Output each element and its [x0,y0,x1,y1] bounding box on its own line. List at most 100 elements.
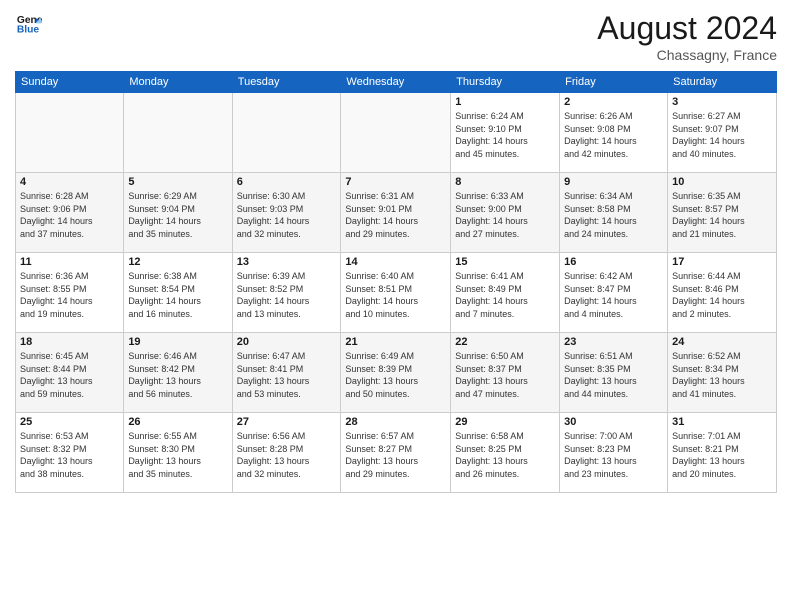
table-row: 25Sunrise: 6:53 AM Sunset: 8:32 PM Dayli… [16,413,124,493]
table-row: 13Sunrise: 6:39 AM Sunset: 8:52 PM Dayli… [232,253,341,333]
day-info: Sunrise: 6:28 AM Sunset: 9:06 PM Dayligh… [20,190,119,240]
day-number: 9 [564,176,663,188]
table-row: 8Sunrise: 6:33 AM Sunset: 9:00 PM Daylig… [451,173,560,253]
table-row: 20 Sunrise: 6:47 AM Sunset: 8:41 PM Dayli… [232,333,341,413]
day-info: Sunrise: 6:27 AM Sunset: 9:07 PM Dayligh… [672,110,772,160]
day-number: 21 [345,336,446,348]
day-info: Sunrise: 6:47 AM Sunset: 8:41 PM Dayligh… [237,350,337,400]
col-friday: Friday [560,72,668,93]
day-number: 28 [345,416,446,428]
table-row: 12 Sunrise: 6:38 AM Sunset: 8:54 PM Dayli… [124,253,232,333]
day-number: 18 [20,336,119,348]
day-number: 14 [345,256,446,268]
day-info: Sunrise: 6:51 AM Sunset: 8:35 PM Dayligh… [564,350,663,400]
table-row: 6 Sunrise: 6:30 AM Sunset: 9:03 PM Daylig… [232,173,341,253]
table-row: 28 Sunrise: 6:57 AM Sunset: 8:27 PM Dayli… [341,413,451,493]
day-number: 23 [564,336,663,348]
day-number: 15 [455,256,555,268]
calendar-week-row: 11 Sunrise: 6:36 AM Sunset: 8:55 PM Dayli… [16,253,777,333]
day-number: 12 [128,256,227,268]
col-saturday: Saturday [668,72,777,93]
calendar-header-row: Sunday Monday Tuesday Wednesday Thursday… [16,72,777,93]
col-monday: Monday [124,72,232,93]
day-number: 10 [672,176,772,188]
day-number: 17 [672,256,772,268]
day-info: Sunrise: 6:55 AM Sunset: 8:30 PM Dayligh… [128,430,227,480]
day-number: 20 [237,336,337,348]
day-info: Sunrise: 7:00 AM Sunset: 8:23 PM Dayligh… [564,430,663,480]
table-row: 16Sunrise: 6:42 AM Sunset: 8:47 PM Dayli… [560,253,668,333]
month-title: August 2024 [597,10,777,47]
day-info: Sunrise: 6:44 AM Sunset: 8:46 PM Dayligh… [672,270,772,320]
day-number: 11 [20,256,119,268]
day-number: 29 [455,416,555,428]
location: Chassagny, France [597,47,777,63]
day-info: Sunrise: 6:56 AM Sunset: 8:28 PM Dayligh… [237,430,337,480]
day-info: Sunrise: 6:40 AM Sunset: 8:51 PM Dayligh… [345,270,446,320]
header: General Blue August 2024 Chassagny, Fran… [15,10,777,63]
day-number: 6 [237,176,337,188]
day-number: 2 [564,96,663,108]
table-row [124,93,232,173]
table-row [341,93,451,173]
table-row: 29 Sunrise: 6:58 AM Sunset: 8:25 PM Dayli… [451,413,560,493]
table-row: 30 Sunrise: 7:00 AM Sunset: 8:23 PM Dayli… [560,413,668,493]
day-number: 16 [564,256,663,268]
day-number: 7 [345,176,446,188]
table-row: 17 Sunrise: 6:44 AM Sunset: 8:46 PM Dayli… [668,253,777,333]
table-row: 14 Sunrise: 6:40 AM Sunset: 8:51 PM Dayli… [341,253,451,333]
day-info: Sunrise: 6:50 AM Sunset: 8:37 PM Dayligh… [455,350,555,400]
calendar-week-row: 4Sunrise: 6:28 AM Sunset: 9:06 PM Daylig… [16,173,777,253]
day-number: 26 [128,416,227,428]
day-info: Sunrise: 6:26 AM Sunset: 9:08 PM Dayligh… [564,110,663,160]
calendar-week-row: 1 Sunrise: 6:24 AM Sunset: 9:10 PM Daylig… [16,93,777,173]
day-info: Sunrise: 6:57 AM Sunset: 8:27 PM Dayligh… [345,430,446,480]
logo-icon: General Blue [15,10,43,38]
calendar-table: Sunday Monday Tuesday Wednesday Thursday… [15,71,777,493]
day-info: Sunrise: 6:38 AM Sunset: 8:54 PM Dayligh… [128,270,227,320]
day-info: Sunrise: 6:49 AM Sunset: 8:39 PM Dayligh… [345,350,446,400]
title-block: August 2024 Chassagny, France [597,10,777,63]
table-row: 3 Sunrise: 6:27 AM Sunset: 9:07 PM Daylig… [668,93,777,173]
day-info: Sunrise: 6:52 AM Sunset: 8:34 PM Dayligh… [672,350,772,400]
day-info: Sunrise: 6:36 AM Sunset: 8:55 PM Dayligh… [20,270,119,320]
table-row: 19Sunrise: 6:46 AM Sunset: 8:42 PM Dayli… [124,333,232,413]
logo: General Blue [15,10,43,38]
table-row: 23 Sunrise: 6:51 AM Sunset: 8:35 PM Dayli… [560,333,668,413]
day-number: 27 [237,416,337,428]
table-row: 7 Sunrise: 6:31 AM Sunset: 9:01 PM Daylig… [341,173,451,253]
svg-text:Blue: Blue [17,24,40,35]
day-info: Sunrise: 7:01 AM Sunset: 8:21 PM Dayligh… [672,430,772,480]
day-info: Sunrise: 6:24 AM Sunset: 9:10 PM Dayligh… [455,110,555,160]
day-info: Sunrise: 6:30 AM Sunset: 9:03 PM Dayligh… [237,190,337,240]
table-row: 4Sunrise: 6:28 AM Sunset: 9:06 PM Daylig… [16,173,124,253]
calendar-week-row: 18Sunrise: 6:45 AM Sunset: 8:44 PM Dayli… [16,333,777,413]
day-info: Sunrise: 6:41 AM Sunset: 8:49 PM Dayligh… [455,270,555,320]
day-info: Sunrise: 6:58 AM Sunset: 8:25 PM Dayligh… [455,430,555,480]
table-row: 10Sunrise: 6:35 AM Sunset: 8:57 PM Dayli… [668,173,777,253]
day-number: 30 [564,416,663,428]
table-row: 27 Sunrise: 6:56 AM Sunset: 8:28 PM Dayli… [232,413,341,493]
table-row: 31Sunrise: 7:01 AM Sunset: 8:21 PM Dayli… [668,413,777,493]
col-thursday: Thursday [451,72,560,93]
day-number: 25 [20,416,119,428]
day-info: Sunrise: 6:33 AM Sunset: 9:00 PM Dayligh… [455,190,555,240]
table-row: 2 Sunrise: 6:26 AM Sunset: 9:08 PM Daylig… [560,93,668,173]
day-info: Sunrise: 6:39 AM Sunset: 8:52 PM Dayligh… [237,270,337,320]
day-number: 3 [672,96,772,108]
table-row: 5 Sunrise: 6:29 AM Sunset: 9:04 PM Daylig… [124,173,232,253]
day-number: 5 [128,176,227,188]
col-wednesday: Wednesday [341,72,451,93]
col-tuesday: Tuesday [232,72,341,93]
day-info: Sunrise: 6:31 AM Sunset: 9:01 PM Dayligh… [345,190,446,240]
table-row [16,93,124,173]
col-sunday: Sunday [16,72,124,93]
day-info: Sunrise: 6:29 AM Sunset: 9:04 PM Dayligh… [128,190,227,240]
table-row: 15 Sunrise: 6:41 AM Sunset: 8:49 PM Dayli… [451,253,560,333]
day-info: Sunrise: 6:46 AM Sunset: 8:42 PM Dayligh… [128,350,227,400]
day-number: 1 [455,96,555,108]
table-row: 21 Sunrise: 6:49 AM Sunset: 8:39 PM Dayli… [341,333,451,413]
calendar-week-row: 25Sunrise: 6:53 AM Sunset: 8:32 PM Dayli… [16,413,777,493]
day-info: Sunrise: 6:34 AM Sunset: 8:58 PM Dayligh… [564,190,663,240]
day-number: 22 [455,336,555,348]
